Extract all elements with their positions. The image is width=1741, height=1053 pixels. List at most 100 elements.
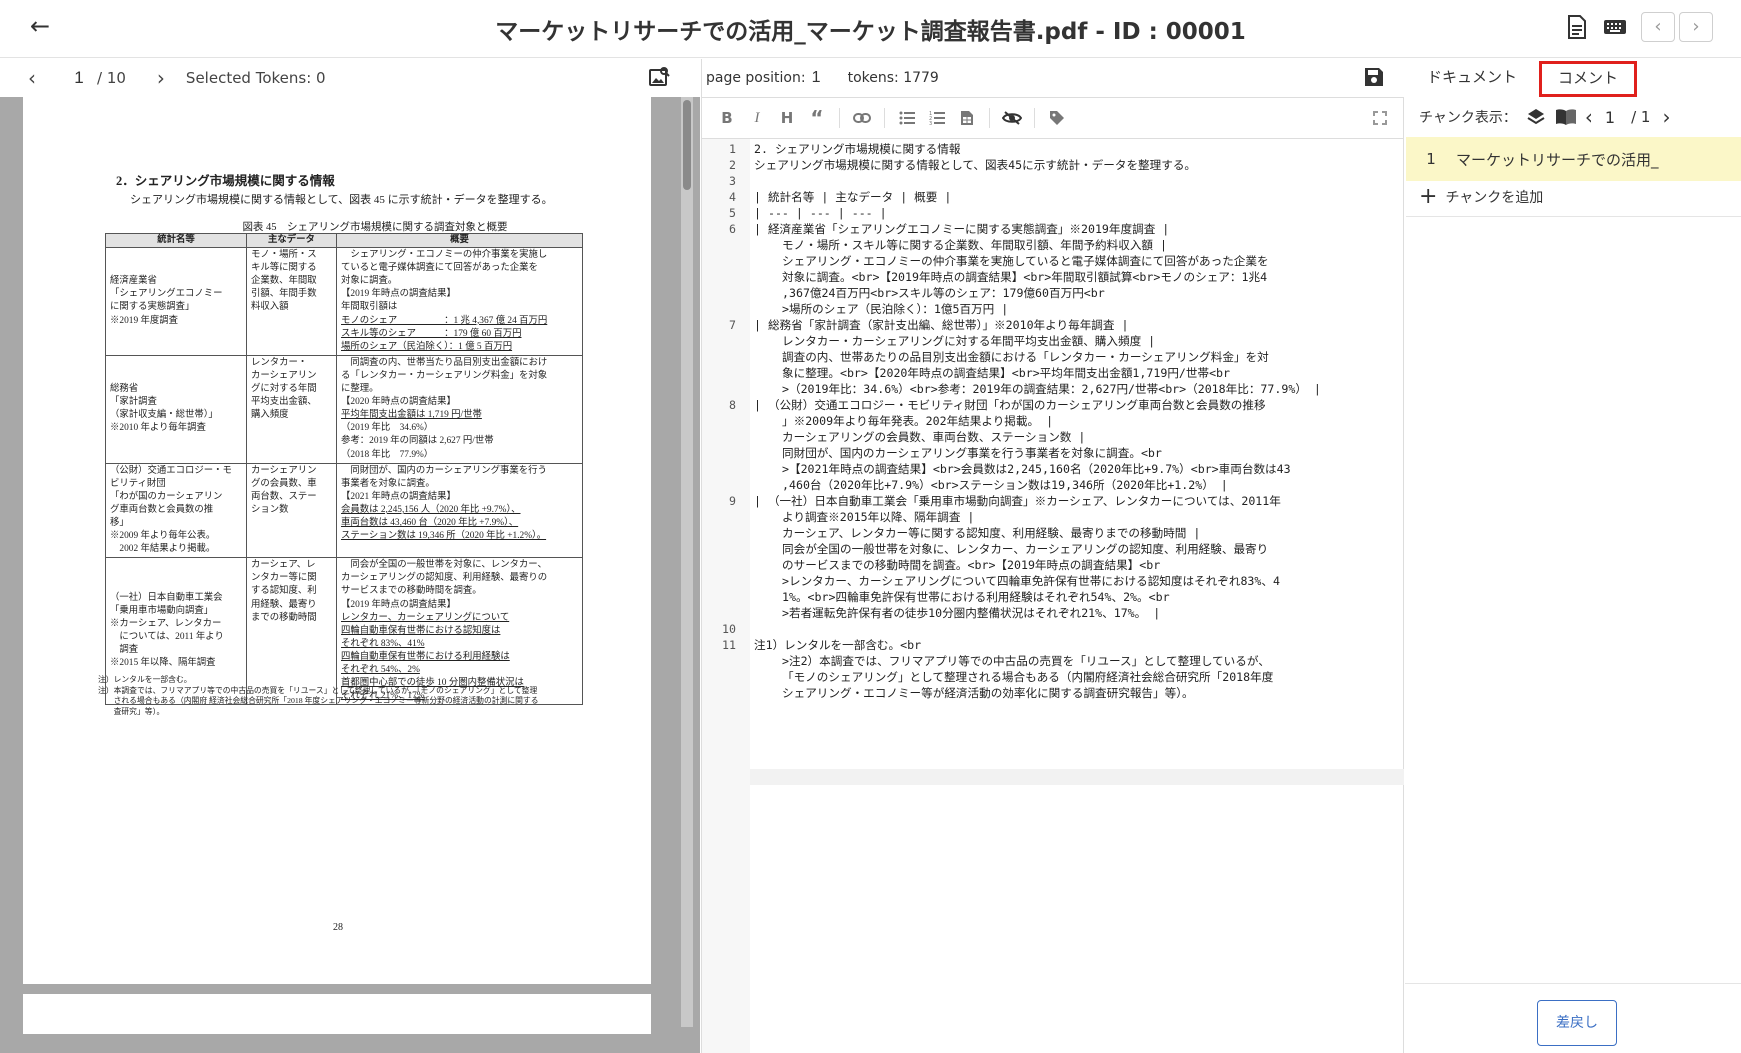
line-segment: モノ・場所・スキル等に関する企業数、年間取引額、年間予約料収入額 | <box>782 238 1167 252</box>
book-icon[interactable] <box>1555 106 1577 128</box>
revert-button[interactable]: 差戻し <box>1537 1000 1617 1046</box>
line-segment: | 経済産業省「シェアリングエコノミーに関する実態調査」※2019年度調査 | <box>754 222 1170 236</box>
editor-line[interactable]: 9 | （一社）日本自動車工業会「乗用車市場動向調査」※カーシェア、レンタカーにつ… <box>702 493 1404 621</box>
editor-line[interactable]: 8 | （公財）交通エコロジー・モビリティ財団「わが国のカーシェアリング車両台数と… <box>702 397 1404 493</box>
pdf-footnote: 注）本調査では、フリマアプリ等での中古品の売買を「リユース」として整理しているが… <box>98 685 538 695</box>
pdf-footnote: される場合もある（内閣府 経済社会総合研究所「2018 年度シェアリング・エコノ… <box>98 696 539 705</box>
pdf-cell-line: 【2020 年時点の調査結果】 <box>341 397 456 408</box>
pdf-cell-line: 場所のシェア（民泊除く）：1 億 5 百万円 <box>341 341 513 352</box>
pdf-footnote: 注）レンタルを一部含む。 <box>98 675 192 684</box>
italic-icon[interactable]: I <box>744 105 770 131</box>
page-number-input[interactable] <box>61 64 97 92</box>
back-arrow-icon[interactable]: ← <box>26 12 54 40</box>
chunk-page-input[interactable]: 1 <box>1605 108 1615 127</box>
line-segment: >若者運転免許保有者の徒歩10分圏内整備状況はそれぞれ21%、17%。 | <box>782 606 1161 620</box>
line-number: 2 <box>729 158 736 172</box>
pdf-cell-line: ビリティ財団 <box>110 478 166 489</box>
editor-content[interactable]: 1 2. シェアリング市場規模に関する情報 2 シェアリング市場規模に関する情報として… <box>702 141 1404 701</box>
editor-line[interactable]: 4 | 統計名等 | 主なデータ | 概要 | <box>702 189 1404 205</box>
pdf-cell-line: ※2019 年度調査 <box>110 315 178 326</box>
line-text: シェアリング市場規模に関する情報として、図表45に示す統計・データを整理する。 <box>742 157 1196 173</box>
pdf-cell-line: 企業数、年間取 <box>251 276 317 287</box>
pdf-cell-line: レンタカー・ <box>251 357 308 368</box>
line-segment: >注2）本調査では、フリマアプリ等での中古品の売買を「リユース」として整理してい… <box>782 654 1270 668</box>
keyboard-icon[interactable] <box>1600 12 1630 42</box>
pdf-cell-line: カーシェアリングの認知度、利用経験、最寄りの <box>341 573 548 584</box>
pdf-table-cell: （公財）交通エコロジー・モ ビリティ財団 「わが国のカーシェアリン グ車両台数と会員数… <box>105 462 247 559</box>
editor-line[interactable]: 11 注1）レンタルを一部含む。<br >注2）本調査では、フリマアプリ等での中古品… <box>702 637 1404 701</box>
bullet-list-icon[interactable] <box>894 105 920 131</box>
line-segment: ,367億24百万円<br>スキル等のシェア：179億60百万円<br <box>782 286 1105 300</box>
line-text: 2. シェアリング市場規模に関する情報 <box>742 141 960 157</box>
fullscreen-icon[interactable] <box>1367 105 1393 131</box>
chunk-prev-icon[interactable]: ‹ <box>1585 105 1593 129</box>
pdf-cell-line: グの会員数、車 <box>251 478 317 489</box>
editor-line[interactable]: 1 2. シェアリング市場規模に関する情報 <box>702 141 1404 157</box>
pdf-cell-line: する認知度、利 <box>251 586 317 597</box>
active-line <box>750 769 1404 785</box>
pdf-scrollbar[interactable] <box>681 97 693 1027</box>
pdf-viewer[interactable]: 2．シェアリング市場規模に関する情報 シェアリング市場規模に関する情報として、図… <box>0 97 700 1053</box>
prev-page-icon[interactable]: ‹ <box>21 66 43 90</box>
pdf-cell-line: 「乗用車市場動向調査」 <box>110 606 214 617</box>
pdf-cell-line: ション数 <box>251 504 289 515</box>
heading-icon[interactable]: H <box>774 105 800 131</box>
page-position-label: page position: <box>706 70 806 86</box>
image-search-icon[interactable] <box>648 66 670 92</box>
editor-line[interactable]: 10 ​ <box>702 621 1404 637</box>
next-page-icon[interactable]: › <box>150 66 172 90</box>
prev-document-button[interactable]: ‹ <box>1641 12 1675 42</box>
add-chunk-button[interactable]: + チャンクを追加 <box>1419 186 1543 208</box>
pdf-next-page <box>23 994 651 1034</box>
numbered-list-icon[interactable]: 123 <box>924 105 950 131</box>
pdf-cell-line: までの移動時間 <box>251 612 317 623</box>
app-header: ← マーケットリサーチでの活用_マーケット調査報告書.pdf - ID : 00… <box>0 0 1741 58</box>
pdf-cell-line: 料収入額 <box>251 302 289 313</box>
pdf-cell-line: ンタカー等に関 <box>251 573 317 584</box>
pdf-cell-line: ※2009 年より毎年公表。 <box>110 531 216 542</box>
chunk-page-total: / 1 <box>1631 108 1651 126</box>
pdf-cell-line: ていると電子媒体調査にて回答があった企業を <box>341 263 538 274</box>
selected-tokens: Selected Tokens: 0 <box>185 69 326 87</box>
tab-comment[interactable]: コメント <box>1539 61 1638 97</box>
pdf-toolbar: ‹ / 10 › Selected Tokens: 0 <box>0 59 690 97</box>
next-document-button[interactable]: › <box>1679 12 1713 42</box>
line-segment: より調査※2015年以降、隔年調査 | <box>782 510 975 524</box>
editor-line[interactable]: 6 | 経済産業省「シェアリングエコノミーに関する実態調査」※2019年度調査 |… <box>702 221 1404 317</box>
pdf-cell-line: カーシェアリン <box>251 465 317 476</box>
editor-line[interactable]: 7 | 総務省「家計調査（家計支出編、総世帯）」※2010年より毎年調査 | レンタ… <box>702 317 1404 397</box>
table-icon[interactable] <box>954 105 980 131</box>
chunk-list-item[interactable]: 1 マーケットリサーチでの活用_ <box>1406 137 1741 181</box>
line-number: 3 <box>729 174 736 188</box>
svg-text:3: 3 <box>929 121 932 125</box>
line-number: 11 <box>722 638 736 652</box>
save-icon[interactable] <box>1363 66 1387 90</box>
pdf-cell-line: 対象に調査。 <box>341 276 398 287</box>
editor-line[interactable]: 3​ <box>702 173 1404 189</box>
bold-icon[interactable]: B <box>714 105 740 131</box>
page-total: / 10 <box>97 69 126 87</box>
editor-line[interactable]: 5 | --- | --- | --- | <box>702 205 1404 221</box>
pdf-cell-line: それぞれ 83%、41% <box>341 638 425 649</box>
right-panel: ドキュメント コメント チャンク表示： ‹ 1 / 1 › 1 マーケットリサー… <box>1405 59 1741 1053</box>
pdf-cell-line: （公財）交通エコロジー・モ <box>110 465 232 476</box>
pdf-cell-line: 移」 <box>110 517 129 528</box>
tag-icon[interactable] <box>1044 105 1070 131</box>
layers-icon[interactable] <box>1525 106 1547 128</box>
pdf-table: 統計名等 主なデータ 概要 経済産業省 「シェアリングエコノミー に関する実態調査」 ※2… <box>105 232 583 706</box>
quote-icon[interactable]: “ <box>804 105 830 131</box>
pdf-scrollbar-thumb[interactable] <box>683 100 691 190</box>
tab-document[interactable]: ドキュメント <box>1411 61 1533 97</box>
pdf-table-cell: 同調査の内、世帯当たり品目別支出金額におけ る「レンタカー・カーシェアリング料金」… <box>336 354 583 464</box>
pdf-cell-line: スキル等のシェア ：179 億 60 百万円 <box>341 328 522 339</box>
pdf-cell-line: （家計収支編・総世帯）」 <box>110 410 218 421</box>
preview-hidden-icon[interactable] <box>999 105 1025 131</box>
chunk-next-icon[interactable]: › <box>1662 105 1670 129</box>
page-position-input[interactable] <box>811 69 848 87</box>
pdf-cell-line: 引額、年間手数 <box>251 289 317 300</box>
document-icon[interactable] <box>1562 12 1592 42</box>
editor-line[interactable]: 2 シェアリング市場規模に関する情報として、図表45に示す統計・データを整理する。 <box>702 157 1404 173</box>
markdown-editor[interactable]: 1 2. シェアリング市場規模に関する情報 2 シェアリング市場規模に関する情報として… <box>701 139 1404 1053</box>
line-segment: シェアリング・エコノミー等が経済活動の効率化に関する調査研究報告」等）。 <box>782 686 1194 700</box>
link-icon[interactable] <box>849 105 875 131</box>
